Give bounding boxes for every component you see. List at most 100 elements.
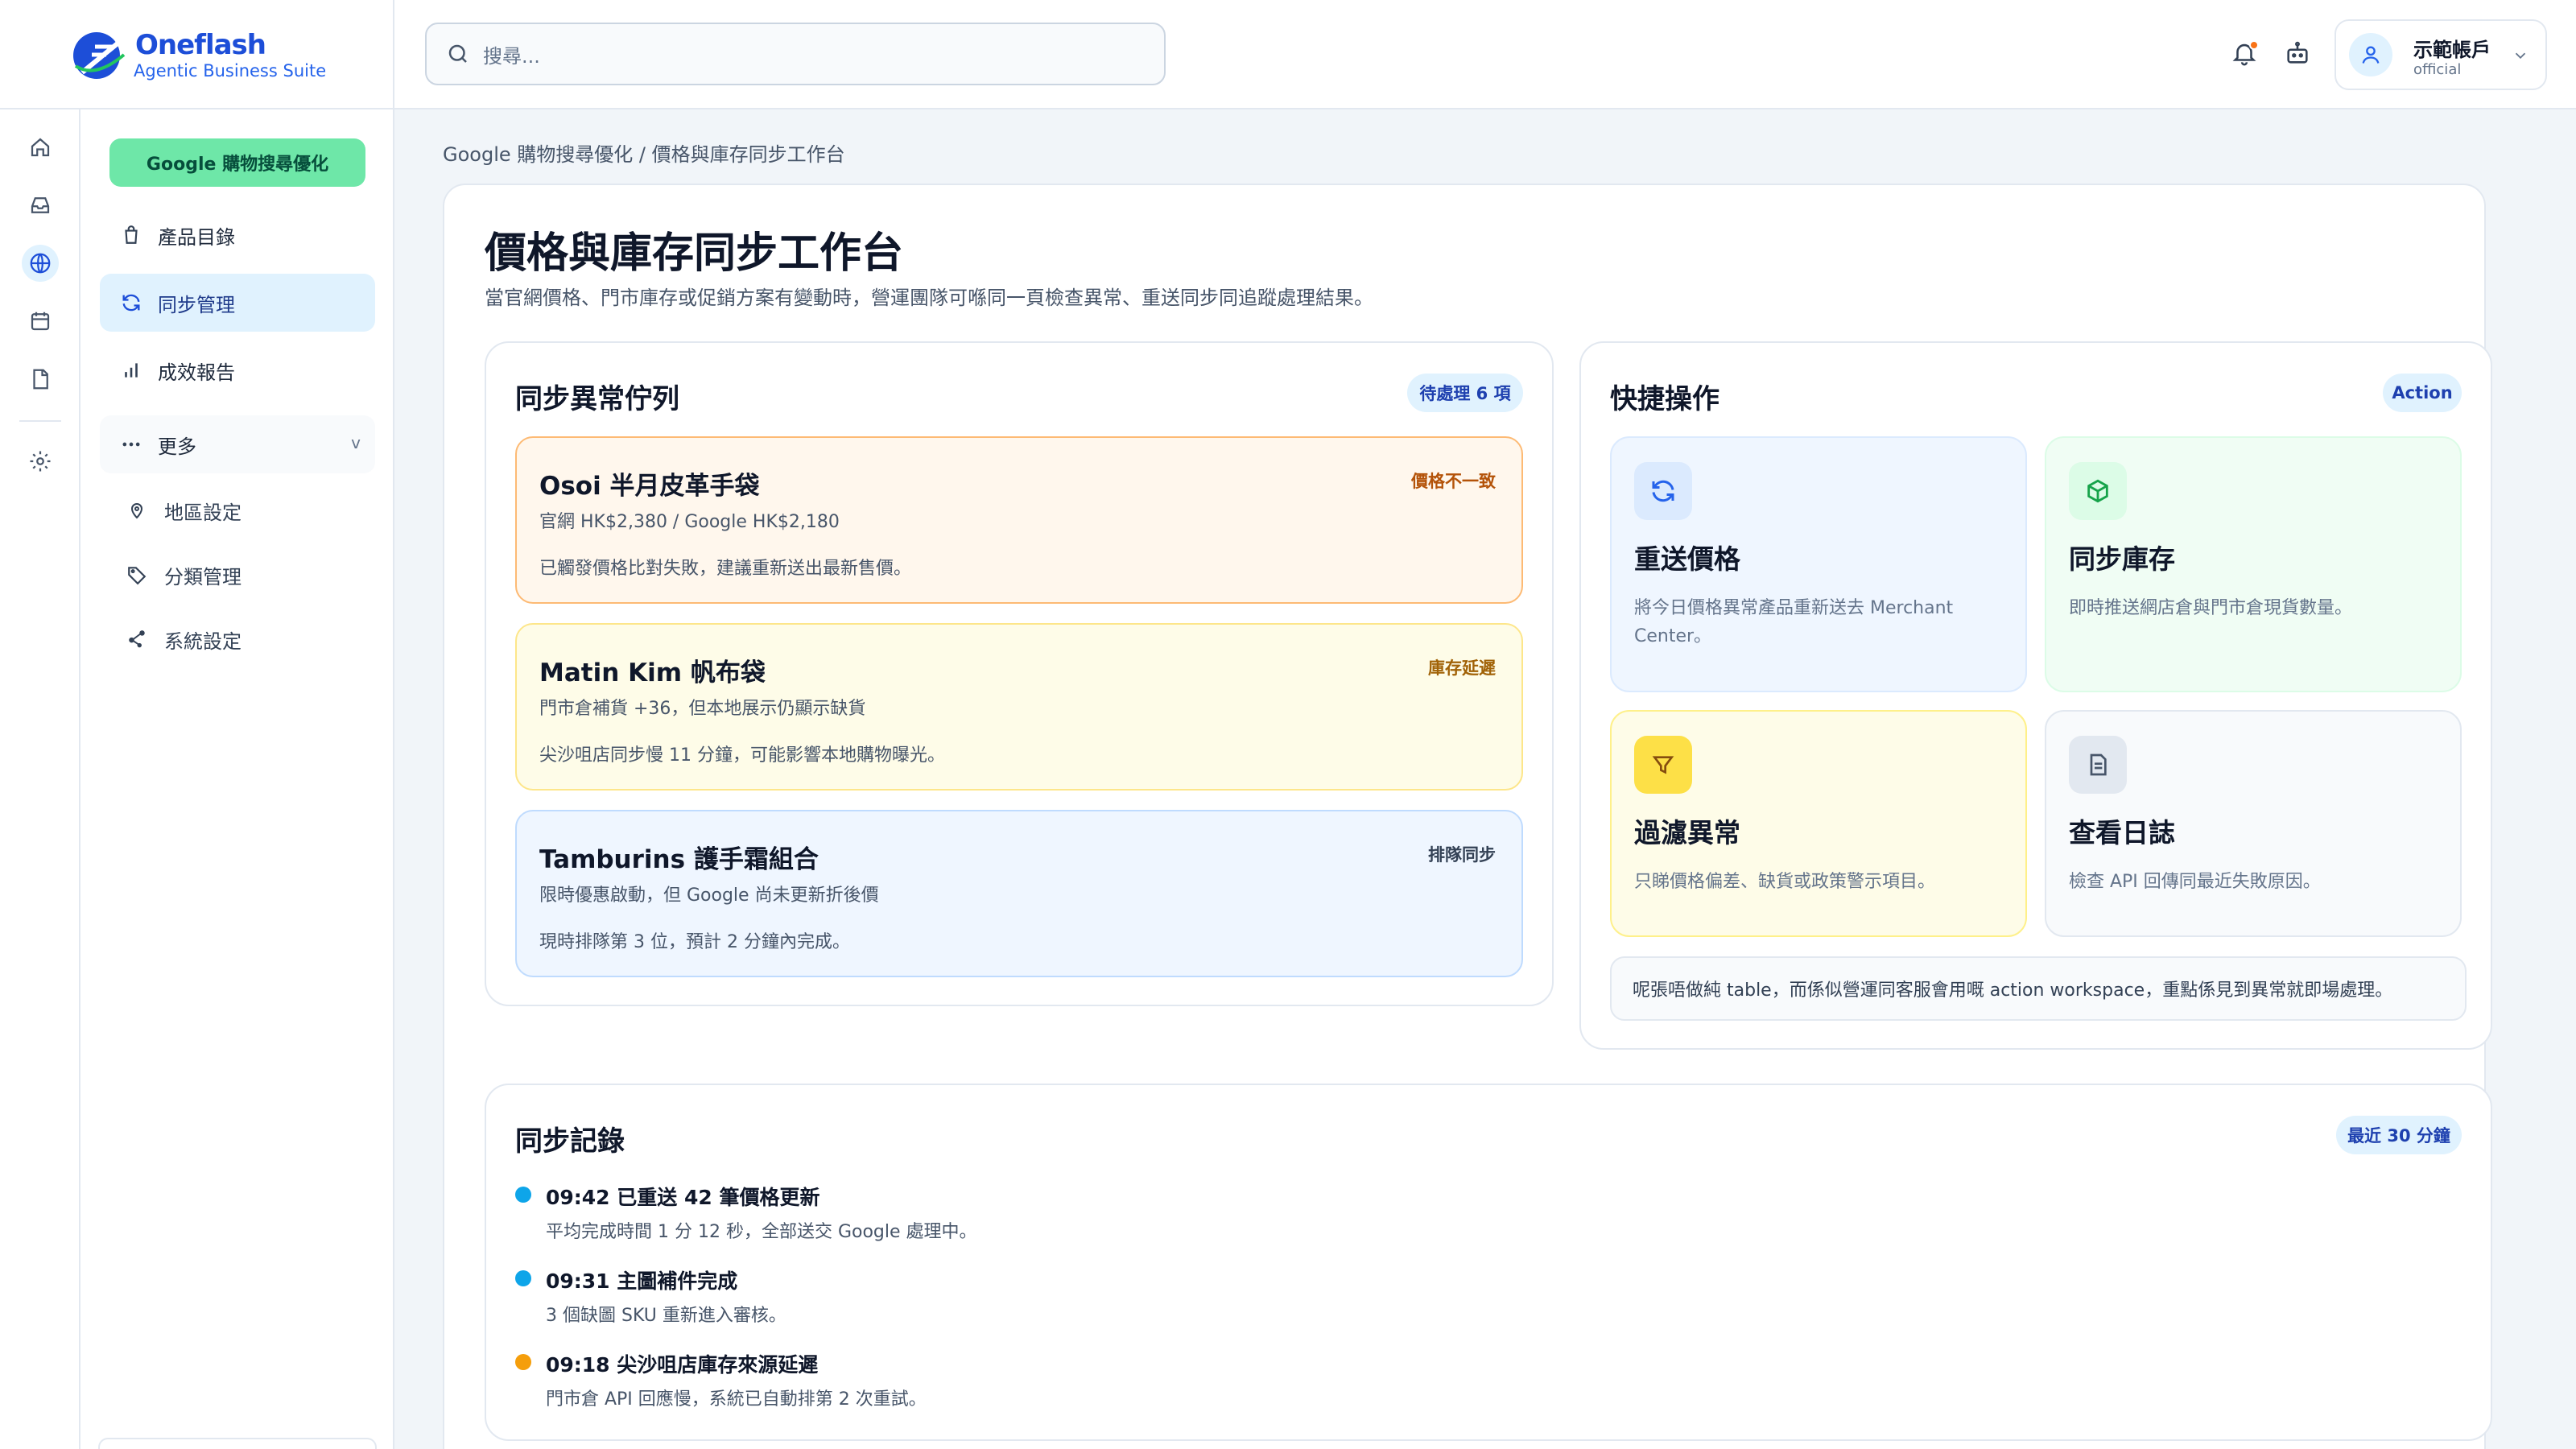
brand-tagline: Agentic Business Suite [134, 61, 327, 80]
account-menu[interactable]: 示範帳戶 official [2334, 19, 2547, 90]
workspace-note: 呢張唔做純 table，而係似營運同客服會用嘅 action workspace… [1610, 956, 2467, 1021]
globe-icon[interactable] [22, 245, 59, 282]
view-logs-tile[interactable]: 查看日誌 檢查 API 回傳同最近失敗原因。 [2045, 710, 2462, 937]
sidebar-subitem-category-management[interactable]: 分類管理 [124, 551, 242, 599]
home-icon[interactable] [22, 129, 59, 166]
sync-log-title: 同步記錄 [515, 1125, 625, 1158]
brand-name: Oneflash [135, 29, 266, 61]
icon-rail [0, 109, 80, 1449]
sidebar-item-sync-management[interactable]: 同步管理 [100, 274, 375, 332]
quick-actions-card: 快捷操作 Action 重送價格 將今日價格異常產品重新送去 Merchant … [1579, 341, 2492, 1050]
account-role: official [2413, 61, 2462, 78]
status-dot [515, 1354, 531, 1370]
sync-exception-queue-card: 同步異常佇列 待處理 6 項 Osoi 半月皮革手袋 價格不一致 官網 HK$2… [485, 341, 1554, 1006]
queue-item-title: Osoi 半月皮革手袋 [539, 472, 760, 501]
queue-item-note: 尖沙咀店同步慢 11 分鐘，可能影響本地購物曝光。 [539, 745, 945, 766]
pending-count-badge: 待處理 6 項 [1407, 374, 1523, 412]
queue-item[interactable]: Tamburins 護手霜組合 排隊同步 限時優惠啟動，但 Google 尚未更… [515, 810, 1523, 977]
user-avatar-icon [2349, 33, 2392, 76]
chevron-down-icon [2512, 47, 2529, 64]
settings-nodes-icon [124, 626, 150, 652]
queue-item-title: Matin Kim 帆布袋 [539, 658, 766, 687]
search-box[interactable]: 搜尋... [425, 23, 1166, 85]
assistant-bot-icon[interactable] [2280, 35, 2315, 71]
queue-item-status-badge: 庫存延遲 [1428, 658, 1496, 678]
sidebar-subitem-region-settings[interactable]: 地區設定 [124, 486, 242, 535]
quick-actions-title: 快捷操作 [1610, 383, 1719, 415]
page-description: 當官網價格、門市庫存或促銷方案有變動時，營運團隊可喺同一頁檢查異常、重送同步同追… [485, 287, 1373, 309]
queue-item-note: 已觸發價格比對失敗，建議重新送出最新售價。 [539, 559, 912, 579]
sync-inventory-tile[interactable]: 同步庫存 即時推送網店倉與門市倉現貨數量。 [2045, 436, 2462, 692]
tile-title: 同步庫存 [2069, 543, 2175, 575]
sidebar-subitem-system-settings[interactable]: 系統設定 [124, 615, 242, 663]
inbox-icon[interactable] [22, 187, 59, 224]
file-icon[interactable] [22, 361, 59, 398]
queue-item-detail: 門市倉補貨 +36，但本地展示仍顯示缺貨 [539, 699, 866, 719]
main-panel: 價格與庫存同步工作台 當官網價格、門市庫存或促銷方案有變動時，營運團隊可喺同一頁… [443, 184, 2492, 1449]
queue-item-note: 現時排隊第 3 位，預計 2 分鐘內完成。 [539, 932, 850, 952]
status-dot [515, 1270, 531, 1286]
sidebar-subitem-label: 系統設定 [164, 630, 242, 653]
sidebar-item-label: 產品目錄 [158, 225, 235, 249]
bag-icon [118, 221, 145, 249]
tile-description: 將今日價格異常產品重新送去 Merchant Center。 [1634, 598, 1954, 646]
queue-item[interactable]: Matin Kim 帆布袋 庫存延遲 門市倉補貨 +36，但本地展示仍顯示缺貨 … [515, 623, 1523, 791]
sidebar-footer [98, 1438, 377, 1449]
search-icon [446, 42, 470, 66]
log-entry-title: 09:42 已重送 42 筆價格更新 [546, 1186, 820, 1209]
notification-dot [2249, 40, 2259, 50]
sync-log-card: 同步記錄 最近 30 分鐘 09:42 已重送 42 筆價格更新 平均完成時間 … [485, 1084, 2492, 1441]
tile-description: 檢查 API 回傳同最近失敗原因。 [2069, 872, 2321, 892]
document-icon [2069, 736, 2127, 794]
oneflash-logo-icon[interactable] [71, 31, 127, 80]
more-icon [118, 431, 145, 458]
refresh-icon [1634, 462, 1692, 520]
account-name: 示範帳戶 [2413, 39, 2491, 61]
queue-item-detail: 官網 HK$2,380 / Google HK$2,180 [539, 512, 840, 532]
sidebar-item-performance-report[interactable]: 成效報告 [100, 341, 375, 399]
tile-description: 只睇價格偏差、缺貨或政策警示項目。 [1634, 872, 1936, 892]
sidebar: Google 購物搜尋優化 產品目錄 同步管理 成效報告 更多 v 地區設定 分… [80, 109, 394, 1449]
queue-item-detail: 限時優惠啟動，但 Google 尚未更新折後價 [539, 886, 879, 906]
sync-icon [118, 289, 145, 316]
sidebar-item-product-catalog[interactable]: 產品目錄 [100, 206, 375, 264]
search-input[interactable]: 搜尋... [483, 40, 540, 68]
status-dot [515, 1187, 531, 1203]
section-pill-button[interactable]: Google 購物搜尋優化 [109, 138, 365, 187]
queue-title: 同步異常佇列 [515, 383, 679, 415]
brand-area: Oneflash Agentic Business Suite [0, 0, 394, 109]
breadcrumb[interactable]: Google 購物搜尋優化 / 價格與庫存同步工作台 [443, 138, 845, 167]
top-bar: 搜尋... 示範帳戶 official [394, 0, 2576, 109]
log-entry-detail: 平均完成時間 1 分 12 秒，全部送交 Google 處理中。 [546, 1222, 977, 1242]
tag-icon [124, 562, 150, 588]
notification-bell-icon[interactable] [2227, 35, 2262, 71]
queue-item-status-badge: 價格不一致 [1411, 472, 1496, 491]
sidebar-item-label: 更多 [158, 435, 196, 458]
expand-chevron: v [351, 433, 361, 452]
tile-title: 查看日誌 [2069, 817, 2175, 848]
map-pin-icon [124, 497, 150, 523]
log-entry-detail: 3 個缺圖 SKU 重新進入審核。 [546, 1306, 786, 1326]
settings-icon[interactable] [22, 443, 59, 480]
filter-icon [1634, 736, 1692, 794]
sidebar-subitem-label: 地區設定 [164, 501, 242, 524]
sidebar-item-label: 同步管理 [158, 293, 235, 316]
page-title: 價格與庫存同步工作台 [485, 229, 904, 278]
log-entry-title: 09:31 主圖補件完成 [546, 1269, 738, 1293]
action-badge: Action [2383, 374, 2462, 412]
resend-price-tile[interactable]: 重送價格 將今日價格異常產品重新送去 Merchant Center。 [1610, 436, 2027, 692]
queue-item-status-badge: 排隊同步 [1428, 845, 1496, 865]
bar-chart-icon [118, 357, 145, 384]
box-icon [2069, 462, 2127, 520]
queue-item-title: Tamburins 護手霜組合 [539, 845, 819, 874]
sidebar-subitem-label: 分類管理 [164, 565, 242, 588]
tile-title: 重送價格 [1634, 543, 1740, 575]
tile-description: 即時推送網店倉與門市倉現貨數量。 [2069, 598, 2353, 618]
sidebar-item-label: 成效報告 [158, 361, 235, 384]
log-entry-title: 09:18 尖沙咀店庫存來源延遲 [546, 1353, 819, 1377]
queue-item[interactable]: Osoi 半月皮革手袋 價格不一致 官網 HK$2,380 / Google H… [515, 436, 1523, 604]
time-range-badge: 最近 30 分鐘 [2336, 1116, 2462, 1154]
filter-exceptions-tile[interactable]: 過濾異常 只睇價格偏差、缺貨或政策警示項目。 [1610, 710, 2027, 937]
calendar-icon[interactable] [22, 303, 59, 340]
sidebar-item-more[interactable]: 更多 v [100, 415, 375, 473]
